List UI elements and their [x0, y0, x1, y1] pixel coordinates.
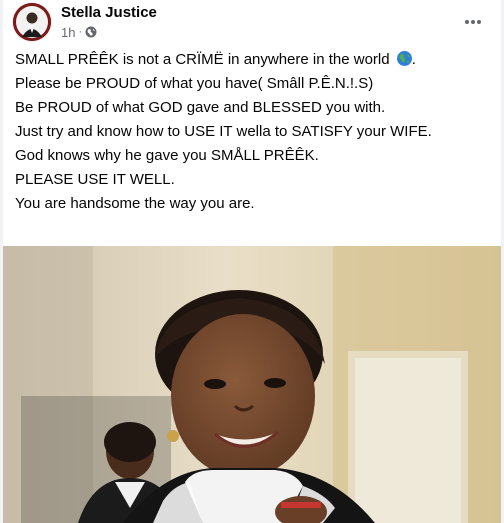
post-line-3: Be PROUD of what GOD gave and BLESSED yo… — [15, 99, 386, 116]
post-text: SMALL PRÊÊK is not a CRÏMË in anywhere i… — [15, 50, 491, 218]
post-time[interactable]: 1h — [61, 25, 75, 40]
post-card: Stella Justice 1h · SMALL PRÊÊK is not a… — [3, 0, 501, 523]
post-line-2: Please be PROUD of what you have( Smâll … — [15, 75, 374, 92]
post-photo[interactable] — [3, 246, 501, 523]
post-line-1-text: SMALL PRÊÊK is not a CRÏMË in anywhere i… — [15, 51, 390, 68]
post-line-1-suffix: . — [411, 51, 416, 68]
earth-globe-emoji-icon — [396, 51, 412, 66]
public-globe-icon — [85, 26, 97, 38]
post-line-4: Just try and know how to USE IT wella to… — [15, 123, 432, 140]
author-avatar[interactable] — [13, 3, 51, 41]
post-meta: 1h · — [61, 24, 97, 40]
post-header: Stella Justice 1h · — [3, 0, 501, 44]
more-options-icon[interactable] — [457, 6, 489, 38]
post-line-1: SMALL PRÊÊK is not a CRÏMË in anywhere i… — [15, 50, 491, 74]
post-line-6: PLEASE USE IT WELL. — [15, 171, 175, 188]
post-line-7: You are handsome the way you are. — [15, 195, 255, 212]
meta-separator: · — [78, 25, 83, 38]
author-name[interactable]: Stella Justice — [61, 4, 157, 21]
post-line-5: God knows why he gave you SMÅLL PRÊÊK. — [15, 147, 319, 164]
